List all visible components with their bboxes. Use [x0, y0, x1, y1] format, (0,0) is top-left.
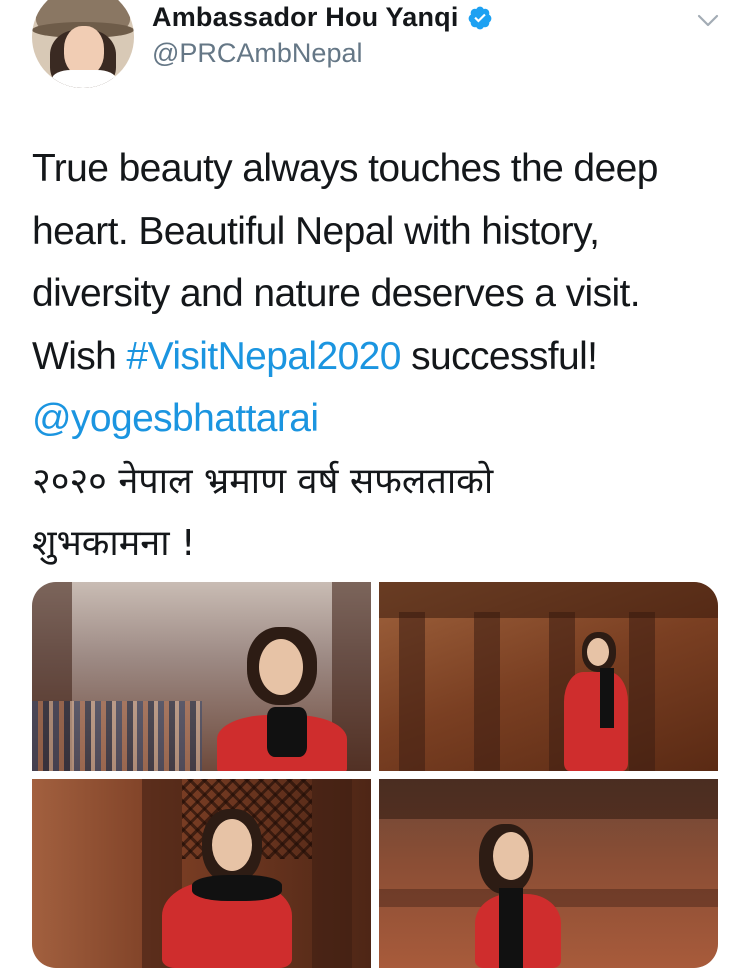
- author-display-name[interactable]: Ambassador Hou Yanqi: [152, 2, 459, 33]
- photo-pillar: [379, 582, 718, 618]
- tweet-text-segment: successful!: [400, 334, 598, 378]
- media-photo-1[interactable]: [32, 582, 371, 771]
- tweet-header: Ambassador Hou Yanqi @PRCAmbNepal: [0, 0, 750, 100]
- media-photo-4[interactable]: [379, 779, 718, 968]
- tweet-text-line: heart. Beautiful Nepal with history,: [32, 209, 600, 253]
- author-handle[interactable]: @PRCAmbNepal: [152, 38, 362, 69]
- photo-woman: [564, 632, 634, 771]
- photo-pillar: [474, 612, 500, 771]
- tweet-text-line: Wish #VisitNepal2020 successful!: [32, 326, 722, 389]
- photo-woman: [207, 627, 347, 771]
- photo-pillar: [312, 779, 352, 968]
- tweet-text-line: diversity and nature deserves a visit.: [32, 272, 641, 315]
- photo-woman: [152, 809, 302, 968]
- photo-woman: [469, 824, 569, 968]
- verified-badge-icon: [468, 6, 491, 29]
- tweet-text-segment: Wish: [32, 334, 127, 378]
- tweet-text: True beauty always touches the deep hear…: [32, 138, 722, 576]
- tweet-text-line: True beauty always touches the deep: [32, 147, 658, 190]
- tweet-text-nepali: शुभकामना !: [32, 523, 196, 564]
- avatar-face: [64, 26, 104, 76]
- author-name-row[interactable]: Ambassador Hou Yanqi: [152, 2, 493, 33]
- photo-pillar: [399, 612, 425, 771]
- photo-pillar: [379, 779, 718, 819]
- chevron-down-icon[interactable]: [697, 10, 719, 30]
- avatar-shirt: [52, 70, 116, 88]
- media-photo-2[interactable]: [379, 582, 718, 771]
- hashtag-link[interactable]: #VisitNepal2020: [127, 335, 402, 378]
- avatar[interactable]: [32, 0, 134, 88]
- media-grid: [32, 582, 718, 968]
- media-photo-3[interactable]: [32, 779, 371, 968]
- mention-link[interactable]: @yogesbhattarai: [32, 388, 722, 451]
- photo-crowd: [32, 701, 202, 771]
- tweet-text-nepali: २०२० नेपाल भ्रमाण वर्ष सफलताको: [32, 460, 494, 502]
